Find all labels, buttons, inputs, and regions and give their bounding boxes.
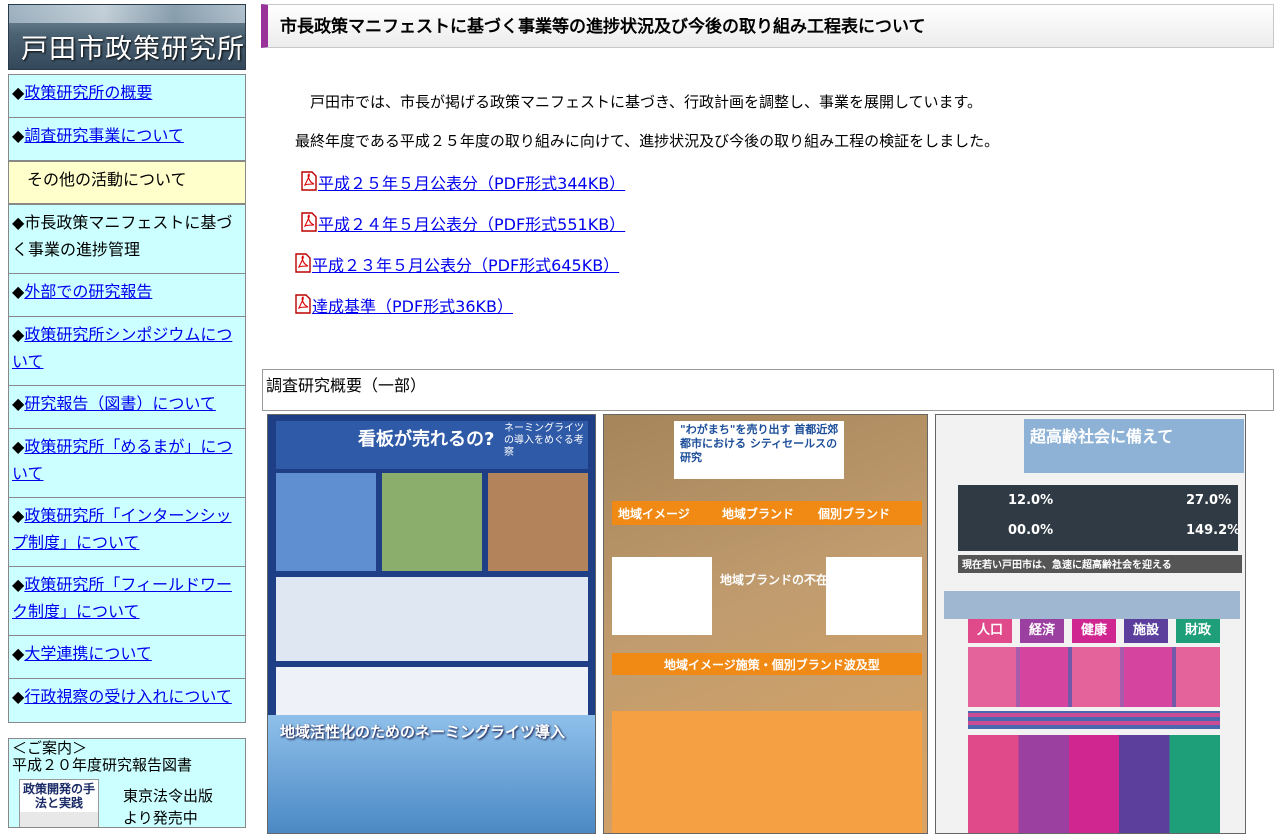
poster2-absence-label: 地域ブランドの不在 [720, 573, 829, 587]
poster3-headline: 現在若い戸田市は、急速に超高齢社会を迎える [962, 560, 1172, 571]
poster1-title: 看板が売れるの? [358, 429, 495, 450]
sidebar-link-symposium[interactable]: 政策研究所シンポジウムについて [12, 325, 232, 371]
poster-aging-society[interactable]: 超高齢社会に備えて 12.0% 00.0% 27.0% 149.2% 現在若い戸… [935, 414, 1246, 834]
poster2-policy-label: 地域イメージ施策・個別ブランド波及型 [664, 658, 880, 672]
research-summary-heading: 調査研究概要（一部） [262, 369, 1274, 411]
guide-line: 平成２０年度研究報告図書 [12, 756, 193, 774]
sidebar-section-label: その他の活動について [27, 170, 187, 189]
sidebar-item-fieldwork[interactable]: ◆政策研究所「フィールドワーク制度」について [9, 567, 245, 636]
sidebar-item-external-reports[interactable]: ◆外部での研究報告 [9, 274, 245, 317]
sidebar-item-internship[interactable]: ◆政策研究所「インターンシップ制度」について [9, 498, 245, 567]
intro-paragraph-2: 最終年度である平成２５年度の取り組みに向けて、進捗状況及び今後の取り組み工程の検… [295, 132, 1000, 150]
sidebar-link-fieldwork[interactable]: 政策研究所「フィールドワーク制度」について [12, 575, 232, 621]
pdf-link-h23[interactable]: 平成２３年５月公表分（PDF形式645KB） [295, 252, 619, 276]
sidebar-link-visits[interactable]: 行政視察の受け入れについて [24, 687, 232, 706]
pdf-icon [301, 171, 317, 191]
poster2-image-label: 地域イメージ [618, 507, 690, 521]
pdf-link-h24[interactable]: 平成２４年５月公表分（PDF形式551KB） [301, 211, 625, 235]
sidebar-item-research[interactable]: ◆調査研究事業について [9, 118, 245, 161]
sidebar-item-overview[interactable]: ◆政策研究所の概要 [9, 75, 245, 118]
poster-naming-rights[interactable]: 看板が売れるの? ネーミングライツの導入をめぐる考察 地域活性化のためのネーミン… [267, 414, 596, 834]
poster1-subtitle: ネーミングライツの導入をめぐる考察 [504, 423, 584, 458]
sidebar-nav: ◆政策研究所の概要 ◆調査研究事業について その他の活動について ◆市長政策マニ… [8, 74, 246, 723]
poster3-pct4: 149.2% [1186, 523, 1241, 538]
sidebar-link-books[interactable]: 研究報告（図書）について [24, 394, 216, 413]
pdf-link-criteria[interactable]: 達成基準（PDF形式36KB） [295, 293, 513, 317]
pdf-icon [295, 253, 311, 273]
sidebar-item-manifesto-label: 市長政策マニフェストに基づく事業の進捗管理 [12, 213, 233, 259]
poster3-tag-finance: 財政 [1176, 619, 1220, 643]
poster3-tag-population: 人口 [968, 619, 1012, 643]
poster3-title: 超高齢社会に備えて [1030, 427, 1174, 446]
poster1-banner: 地域活性化のためのネーミングライツ導入 [280, 723, 566, 741]
logo-building-image [9, 5, 245, 23]
poster3-pct3: 00.0% [1008, 523, 1054, 538]
sidebar-item-books[interactable]: ◆研究報告（図書）について [9, 386, 245, 429]
sidebar-item-manifesto: ◆市長政策マニフェストに基づく事業の進捗管理 [9, 205, 245, 274]
guide-publisher: 東京法令出版 より発売中 [123, 787, 214, 827]
poster3-tag-economy: 経済 [1020, 619, 1064, 643]
book-cover-image[interactable]: 政策開発の手法と実践 [19, 779, 99, 827]
page-header: 市長政策マニフェストに基づく事業等の進捗状況及び今後の取り組み工程表について [261, 4, 1274, 48]
poster2-individual-label: 個別ブランド [818, 507, 891, 521]
sidebar-item-university[interactable]: ◆大学連携について [9, 636, 245, 679]
sidebar-link-internship[interactable]: 政策研究所「インターンシップ制度」について [12, 506, 232, 552]
pdf-icon [295, 294, 311, 314]
poster2-title: "わがまち"を売り出す 首都近郊都市における シティセールスの研究 [680, 423, 839, 464]
pdf-link-h25[interactable]: 平成２５年５月公表分（PDF形式344KB） [301, 170, 625, 194]
poster3-pct2: 27.0% [1186, 493, 1232, 508]
sidebar-item-visits[interactable]: ◆行政視察の受け入れについて [9, 679, 245, 722]
intro-paragraph-1: 戸田市では、市長が掲げる政策マニフェストに基づき、行政計画を調整し、事業を展開し… [295, 93, 983, 111]
poster-city-sales[interactable]: "わがまち"を売り出す 首都近郊都市における シティセールスの研究 地域イメージ… [603, 414, 928, 834]
sidebar-item-mailmagazine[interactable]: ◆政策研究所「めるまが」について [9, 429, 245, 498]
guide-heading: ＜ご案内＞ [12, 739, 88, 757]
sidebar-link-external-reports[interactable]: 外部での研究報告 [24, 282, 152, 301]
site-logo[interactable]: 戸田市政策研究所 [8, 4, 246, 70]
guide-box: ＜ご案内＞ 平成２０年度研究報告図書 政策開発の手法と実践 東京法令出版 より発… [8, 738, 246, 828]
sidebar-link-research[interactable]: 調査研究事業について [24, 126, 184, 145]
book-title: 政策開発の手法と実践 [20, 780, 98, 812]
page-title: 市長政策マニフェストに基づく事業等の進捗状況及び今後の取り組み工程表について [280, 17, 926, 37]
poster3-tag-health: 健康 [1072, 619, 1116, 643]
sidebar-section-other-activities: その他の活動について [9, 161, 245, 205]
poster2-brand-label: 地域ブランド [722, 507, 795, 521]
poster3-pct1: 12.0% [1008, 493, 1054, 508]
sidebar-link-overview[interactable]: 政策研究所の概要 [24, 83, 152, 102]
sidebar-link-university[interactable]: 大学連携について [24, 644, 152, 663]
logo-text: 戸田市政策研究所 [21, 34, 245, 65]
sidebar-item-symposium[interactable]: ◆政策研究所シンポジウムについて [9, 317, 245, 386]
sidebar-link-mailmagazine[interactable]: 政策研究所「めるまが」について [12, 437, 232, 483]
pdf-icon [301, 212, 317, 232]
poster3-tag-facilities: 施設 [1124, 619, 1168, 643]
